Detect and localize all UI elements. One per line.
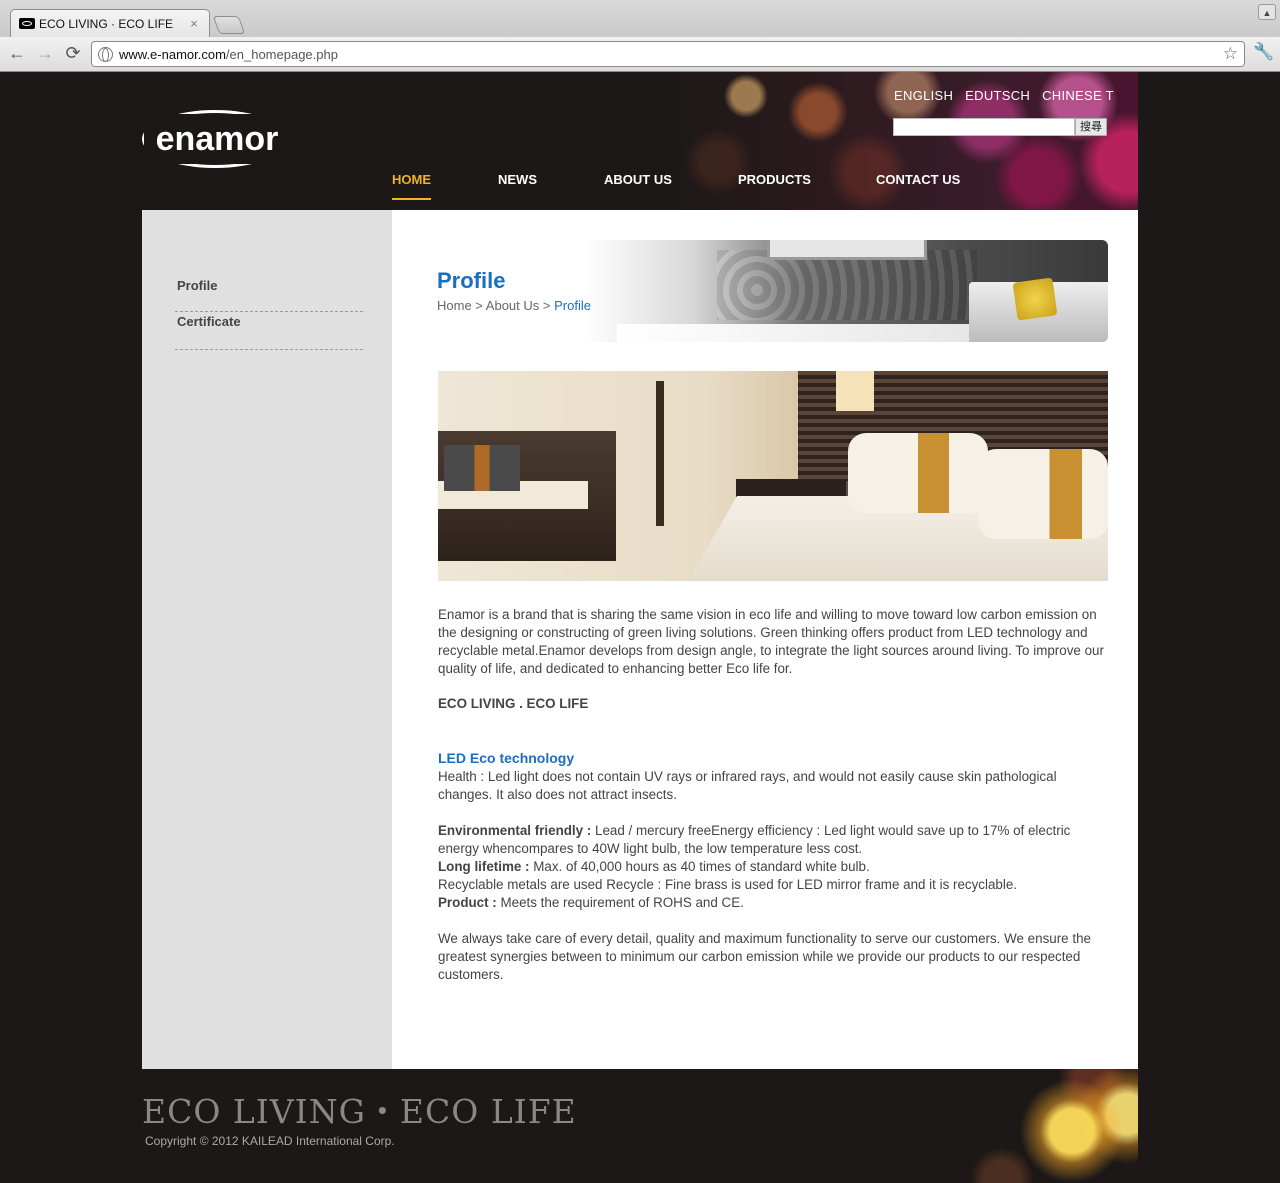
profile-banner-image — [437, 240, 1108, 342]
tab-strip: ECO LIVING · ECO LIFE × ▲ — [0, 0, 1280, 37]
breadcrumb-about-link[interactable]: About Us — [486, 298, 539, 313]
url-text[interactable]: www.e-namor.com/en_homepage.php — [119, 47, 338, 62]
feature-label: Environmental friendly : — [438, 823, 592, 838]
feature-lifetime: Long lifetime : Max. of 40,000 hours as … — [438, 858, 1106, 876]
globe-icon — [98, 46, 113, 62]
banner-pillow — [1012, 277, 1058, 321]
nav-home[interactable]: HOME — [392, 172, 431, 200]
feature-text: Max. of 40,000 hours as 40 times of stan… — [529, 859, 870, 874]
site-footer: ECO LIVING・ECO LIFE Copyright © 2012 KAI… — [142, 1069, 1138, 1183]
eco-heading: ECO LIVING . ECO LIFE — [438, 696, 589, 711]
photo-pillow — [978, 449, 1108, 539]
browser-tab[interactable]: ECO LIVING · ECO LIFE × — [10, 9, 210, 37]
banner-tv — [767, 240, 927, 260]
feature-environment: Environmental friendly : Lead / mercury … — [438, 822, 1106, 858]
logo-text: enamor — [144, 114, 290, 164]
intro-paragraph: Enamor is a brand that is sharing the sa… — [438, 607, 1104, 676]
wrench-menu-icon[interactable]: 🔧 — [1253, 42, 1274, 62]
photo-pillow — [848, 433, 988, 513]
site-search-button[interactable]: 搜尋 — [1075, 118, 1107, 136]
language-switcher: ENGLISH EDUTSCH CHINESE T — [894, 88, 1126, 103]
site-search-input[interactable] — [893, 118, 1075, 136]
sidebar-item-certificate[interactable]: Certificate — [175, 312, 363, 350]
lang-deutsch-link[interactable]: EDUTSCH — [965, 88, 1030, 103]
footer-copyright: Copyright © 2012 KAILEAD International C… — [145, 1134, 395, 1148]
nav-news[interactable]: NEWS — [498, 172, 537, 200]
led-heading: LED Eco technology — [438, 750, 575, 766]
nav-products[interactable]: PRODUCTS — [738, 172, 811, 200]
features-block: Environmental friendly : Lead / mercury … — [438, 822, 1106, 912]
health-paragraph: Health : Led light does not contain UV r… — [438, 769, 1057, 802]
breadcrumb-separator: > — [471, 298, 486, 313]
bookmark-star-icon[interactable]: ☆ — [1223, 44, 1238, 64]
url-path: /en_homepage.php — [225, 46, 338, 62]
feature-label: Long lifetime : — [438, 859, 530, 874]
lang-english-link[interactable]: ENGLISH — [894, 88, 953, 103]
address-bar[interactable]: www.e-namor.com/en_homepage.php ☆ — [91, 41, 1245, 67]
tab-close-icon[interactable]: × — [187, 16, 201, 31]
breadcrumb: Home > About Us > Profile — [437, 298, 591, 313]
feature-recycle: Recyclable metals are used Recycle : Fin… — [438, 877, 1017, 892]
sidebar-item-profile[interactable]: Profile — [175, 276, 363, 312]
photo-cushion — [444, 445, 520, 491]
enamor-logo[interactable]: enamor — [142, 108, 290, 168]
forward-button[interactable]: → — [34, 42, 56, 64]
feature-product: Product : Meets the requirement of ROHS … — [438, 894, 1106, 912]
feature-text: Meets the requirement of ROHS and CE. — [496, 895, 744, 910]
url-host: www.e-namor.com — [119, 46, 226, 62]
window-resize-icon[interactable]: ▲ — [1258, 4, 1276, 20]
photo-lamp — [836, 371, 874, 411]
lang-chinese-link[interactable]: CHINESE T — [1042, 88, 1114, 103]
browser-chrome: ECO LIVING · ECO LIFE × ▲ ← → ⟳ www.e-na… — [0, 0, 1280, 72]
nav-contact-us[interactable]: CONTACT US — [876, 172, 960, 200]
reload-button[interactable]: ⟳ — [62, 42, 84, 64]
site-favicon-icon — [19, 18, 35, 29]
back-button[interactable]: ← — [6, 42, 28, 64]
feature-label: Product : — [438, 895, 497, 910]
page-title: Profile — [437, 268, 506, 293]
main-content: Profile Home > About Us > Profile Enamor… — [392, 210, 1138, 1069]
photo-floor-lamp — [656, 381, 664, 526]
breadcrumb-separator: > — [539, 298, 555, 313]
new-tab-button[interactable] — [212, 16, 246, 34]
tab-title: ECO LIVING · ECO LIFE — [39, 16, 174, 31]
footer-slogan: ECO LIVING・ECO LIFE — [142, 1092, 577, 1131]
site-header: enamor ENGLISH EDUTSCH CHINESE T 搜尋 HOME… — [142, 72, 1138, 210]
banner-wallpaper — [717, 250, 977, 320]
breadcrumb-current: Profile — [554, 298, 591, 313]
bedroom-photo — [438, 371, 1108, 581]
closing-paragraph: We always take care of every detail, qua… — [438, 931, 1091, 982]
breadcrumb-home-link[interactable]: Home — [437, 298, 472, 313]
nav-about-us[interactable]: ABOUT US — [604, 172, 672, 200]
photo-side-table — [736, 479, 846, 497]
sidebar: Profile Certificate — [142, 210, 392, 1069]
browser-toolbar: ← → ⟳ www.e-namor.com/en_homepage.php ☆ … — [0, 37, 1280, 71]
